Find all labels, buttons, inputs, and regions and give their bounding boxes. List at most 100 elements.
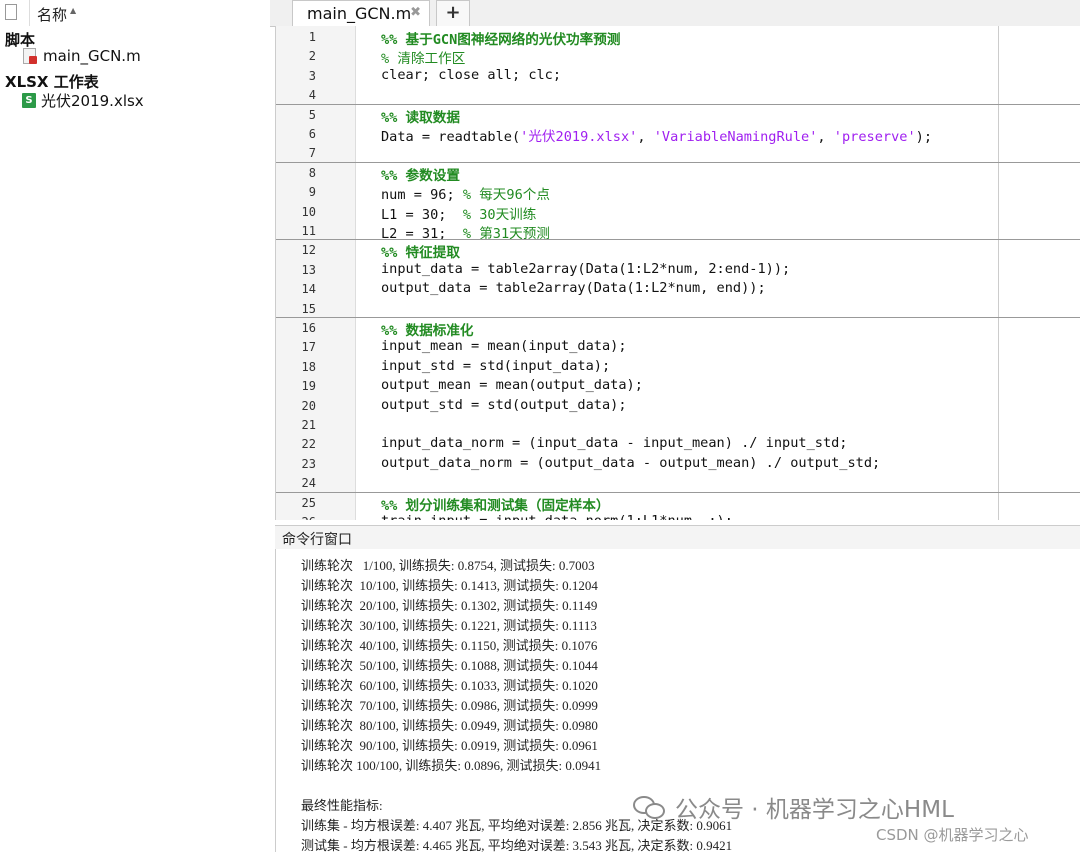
output-line: 训练轮次 80/100, 训练损失: 0.0949, 测试损失: 0.0980 [301, 718, 598, 733]
code-line[interactable]: 16 %% 数据标准化 [276, 318, 1080, 339]
code-line[interactable]: 5 %% 读取数据 [276, 105, 1080, 126]
line-number: 17 [301, 340, 316, 355]
code-line[interactable]: 12 %% 特征提取 [276, 240, 1080, 262]
code-line[interactable]: 10 L1 = 30; % 30天训练 [276, 202, 1080, 223]
close-tab-icon[interactable]: ✖ [410, 5, 421, 20]
code-text: output_data = table2array(Data(1:L2*num,… [381, 280, 766, 297]
line-number: 5 [308, 107, 316, 122]
code-line[interactable]: 23 output_data_norm = (output_data - outp… [276, 454, 1080, 473]
code-line[interactable]: 9 num = 96; % 每天96个点 [276, 182, 1080, 203]
output-line: 训练轮次 1/100, 训练损失: 0.8754, 测试损失: 0.7003 [301, 558, 595, 573]
file-browser: 名称 ▲ 脚本 main_GCN.m XLSX 工作表 S 光伏2019.xls… [0, 0, 268, 852]
code-line[interactable]: 1 %% 基于GCN图神经网络的光伏功率预测 [276, 27, 1080, 48]
code-text: %% 划分训练集和测试集（固定样本） [381, 497, 610, 514]
sort-ascending-icon[interactable]: ▲ [70, 6, 76, 15]
code-text: output_mean = mean(output_data); [381, 377, 643, 394]
wechat-icon [633, 792, 667, 822]
line-number: 4 [308, 88, 316, 103]
tab-label: main_GCN.m [307, 4, 412, 23]
code-line[interactable]: 21 [276, 415, 1080, 434]
output-line: 测试集 - 均方根误差: 4.465 兆瓦, 平均绝对误差: 3.543 兆瓦,… [301, 838, 733, 853]
line-number: 7 [308, 146, 316, 161]
code-line[interactable]: 11 L2 = 31; % 第31天预测 [276, 221, 1080, 242]
file-item-main-gcn[interactable]: main_GCN.m [22, 47, 141, 65]
code-text: %% 读取数据 [381, 109, 460, 126]
code-line[interactable]: 15 [276, 299, 1080, 318]
line-number: 19 [301, 379, 316, 394]
code-text: input_data = table2array(Data(1:L2*num, … [381, 260, 791, 277]
tab-main-gcn[interactable]: main_GCN.m ✖ [292, 0, 430, 26]
new-tab-button[interactable]: + [436, 0, 470, 26]
code-line[interactable]: 6 Data = readtable('光伏2019.xlsx', 'Variab… [276, 124, 1080, 145]
output-line: 训练轮次 70/100, 训练损失: 0.0986, 测试损失: 0.0999 [301, 698, 598, 713]
matlab-script-icon [22, 47, 38, 65]
excel-file-icon: S [22, 93, 36, 108]
file-name: main_GCN.m [43, 47, 141, 65]
code-text: % 清除工作区 [381, 51, 466, 68]
code-text: output_std = std(output_data); [381, 396, 627, 413]
output-line: 训练轮次 10/100, 训练损失: 0.1413, 测试损失: 0.1204 [301, 578, 598, 593]
code-text: %% 参数设置 [381, 167, 460, 184]
column-divider [29, 0, 30, 26]
section-divider [276, 317, 1080, 318]
name-column-header[interactable]: 名称 [37, 4, 67, 25]
line-number: 9 [308, 185, 316, 200]
line-number: 12 [301, 243, 316, 258]
line-number: 15 [301, 301, 316, 316]
file-item-pv-2019[interactable]: S 光伏2019.xlsx [22, 90, 144, 111]
output-line: 训练轮次 50/100, 训练损失: 0.1088, 测试损失: 0.1044 [301, 658, 598, 673]
code-text: %% 特征提取 [381, 245, 460, 262]
line-number: 16 [301, 321, 316, 335]
code-line[interactable]: 24 [276, 473, 1080, 492]
section-divider [276, 103, 1080, 105]
line-number: 13 [301, 262, 316, 277]
code-line[interactable]: 3 clear; close all; clc; [276, 66, 1080, 85]
code-text: %% 基于GCN图神经网络的光伏功率预测 [381, 32, 621, 48]
code-text: L1 = 30; % 30天训练 [381, 206, 537, 223]
code-line[interactable]: 13 input_data = table2array(Data(1:L2*num… [276, 260, 1080, 279]
line-number: 6 [308, 127, 316, 141]
line-number: 14 [301, 282, 316, 297]
code-text: Data = readtable('光伏2019.xlsx', 'Variabl… [381, 129, 933, 145]
section-divider [276, 161, 1080, 163]
output-line: 训练轮次 100/100, 训练损失: 0.0896, 测试损失: 0.0941 [301, 758, 602, 773]
code-text: train_input = input_data_norm(1:L1*num, … [381, 513, 733, 520]
watermark-csdn: CSDN @机器学习之心 [876, 826, 1029, 844]
line-number: 24 [301, 476, 316, 491]
code-line[interactable]: 25 %% 划分训练集和测试集（固定样本） [276, 493, 1080, 514]
output-line: 训练轮次 40/100, 训练损失: 0.1150, 测试损失: 0.1076 [301, 638, 598, 653]
code-line[interactable]: 2 % 清除工作区 [276, 46, 1080, 68]
section-divider [276, 491, 1080, 493]
code-text: input_std = std(input_data); [381, 357, 611, 374]
code-editor[interactable]: 1 %% 基于GCN图神经网络的光伏功率预测 2 % 清除工作区 3 clear; clo… [275, 26, 1080, 520]
watermark-wechat: 公众号 · 机器学习之心HML [633, 790, 954, 824]
code-line[interactable]: 4 [276, 85, 1080, 104]
line-number: 26 [276, 515, 316, 520]
line-number: 8 [308, 165, 316, 180]
file-name: 光伏2019.xlsx [41, 92, 144, 110]
document-icon [5, 4, 17, 20]
command-window-title: 命令行窗口 [282, 532, 352, 548]
line-number: 22 [301, 437, 316, 452]
code-line[interactable]: 7 [276, 143, 1080, 162]
code-line[interactable]: 18 input_std = std(input_data); [276, 357, 1080, 376]
code-line[interactable]: 19 output_mean = mean(output_data); [276, 376, 1080, 395]
editor-tab-bar: main_GCN.m ✖ + [270, 0, 1080, 27]
code-line[interactable]: 20 output_std = std(output_data); [276, 396, 1080, 415]
code-text: clear; close all; clc; [381, 66, 562, 83]
code-line[interactable]: 8 %% 参数设置 [276, 163, 1080, 184]
code-line[interactable]: 17 input_mean = mean(input_data); [276, 337, 1080, 356]
code-line[interactable]: 22 input_data_norm = (input_data - input_… [276, 434, 1080, 453]
line-number: 1 [308, 30, 316, 44]
code-text: %% 数据标准化 [381, 323, 474, 339]
watermark-text: 公众号 · 机器学习之心HML [675, 797, 954, 823]
command-window-header: 命令行窗口 [275, 525, 1080, 551]
line-number: 11 [301, 224, 316, 238]
code-line[interactable]: 26 train_input = input_data_norm(1:L1*num… [276, 512, 1080, 520]
line-number: 25 [301, 495, 316, 510]
output-line: 训练轮次 30/100, 训练损失: 0.1221, 测试损失: 0.1113 [301, 618, 597, 633]
output-line: 最终性能指标: [301, 798, 383, 813]
code-line[interactable]: 14 output_data = table2array(Data(1:L2*nu… [276, 279, 1080, 298]
line-number: 2 [308, 49, 316, 64]
line-number: 23 [301, 456, 316, 471]
